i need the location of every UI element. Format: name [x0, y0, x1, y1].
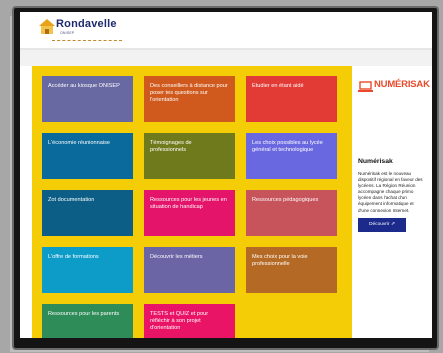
tile-label: Découvrir les métiers	[150, 254, 203, 260]
tile-offre-formations[interactable]: L'offre de formations	[42, 247, 133, 293]
logo-underline	[52, 37, 122, 41]
tile-label: Des conseillers à distance pour poser te…	[150, 83, 228, 104]
tile-ressources-pedagogiques[interactable]: Ressources pédagogiques	[246, 190, 337, 236]
tile-etudier-aide[interactable]: Etudier en étant aidé	[246, 76, 337, 122]
tile-label: Ressources pour les jeunes en situation …	[150, 197, 227, 211]
header-strip	[20, 50, 432, 66]
tile-label: Les choix possibles au lycée général et …	[252, 140, 323, 154]
tile-temoignages[interactable]: Témoignages de professionnels	[144, 133, 235, 179]
tile-label: L'offre de formations	[48, 254, 99, 260]
logo-sub: ONISEP	[60, 31, 75, 35]
tile-label: Etudier en étant aidé	[252, 83, 304, 89]
logo-word: Rondavelle	[56, 18, 117, 30]
numerisak-logo[interactable]: NUMÉRISAK	[358, 76, 432, 94]
tile-label: Accéder au kiosque ONISEP	[48, 83, 120, 89]
tile-grid: Accéder au kiosque ONISEP Des conseiller…	[32, 66, 352, 342]
rondavelle-hut-icon	[39, 19, 55, 34]
tile-decouvrir-metiers[interactable]: Découvrir les métiers	[144, 247, 235, 293]
tile-economie-reunionnaise[interactable]: L'économie réunionnaise	[42, 133, 133, 179]
numerisak-description: Numérisak est le nouveau dispositif régi…	[358, 171, 423, 213]
numerisak-title: Numérisak	[358, 158, 393, 165]
tile-voie-professionnelle[interactable]: Mes choix pour la voie professionnelle	[246, 247, 337, 293]
tile-tests-quiz[interactable]: TESTS et QUIZ et pour réfléchir à son pr…	[144, 304, 235, 342]
tile-kiosque-onisep[interactable]: Accéder au kiosque ONISEP	[42, 76, 133, 122]
frame-bottom-edge	[20, 338, 432, 342]
tile-label: Témoignages de professionnels	[150, 140, 192, 154]
numerisak-panel: NUMÉRISAK Numérisak Numérisak est le nou…	[352, 66, 432, 342]
numerisak-logo-text: NUMÉRISAK	[374, 79, 430, 90]
laptop-icon	[358, 81, 373, 92]
tile-handicap[interactable]: Ressources pour les jeunes en situation …	[144, 190, 235, 236]
tile-choix-lycee[interactable]: Les choix possibles au lycée général et …	[246, 133, 337, 179]
tile-label: L'économie réunionnaise	[48, 140, 111, 146]
tile-zot-documentation[interactable]: Zot documentation	[42, 190, 133, 236]
rondavelle-logo[interactable]: Rondavelle ONISEP	[38, 18, 128, 44]
tile-label: Ressources pour les parents	[48, 311, 120, 317]
site-header: Rondavelle ONISEP	[20, 12, 432, 48]
tile-label: Zot documentation	[48, 197, 95, 203]
tile-label: TESTS et QUIZ et pour réfléchir à son pr…	[150, 311, 209, 332]
discover-button[interactable]: Découvrir ⇗	[358, 218, 406, 232]
tile-label: Ressources pédagogiques	[252, 197, 319, 203]
tile-label: Mes choix pour la voie professionnelle	[252, 254, 308, 268]
tile-conseillers-distance[interactable]: Des conseillers à distance pour poser te…	[144, 76, 235, 122]
screen: Rondavelle ONISEP Accéder au kiosque ONI…	[20, 12, 432, 342]
tile-ressources-parents[interactable]: Ressources pour les parents	[42, 304, 133, 342]
